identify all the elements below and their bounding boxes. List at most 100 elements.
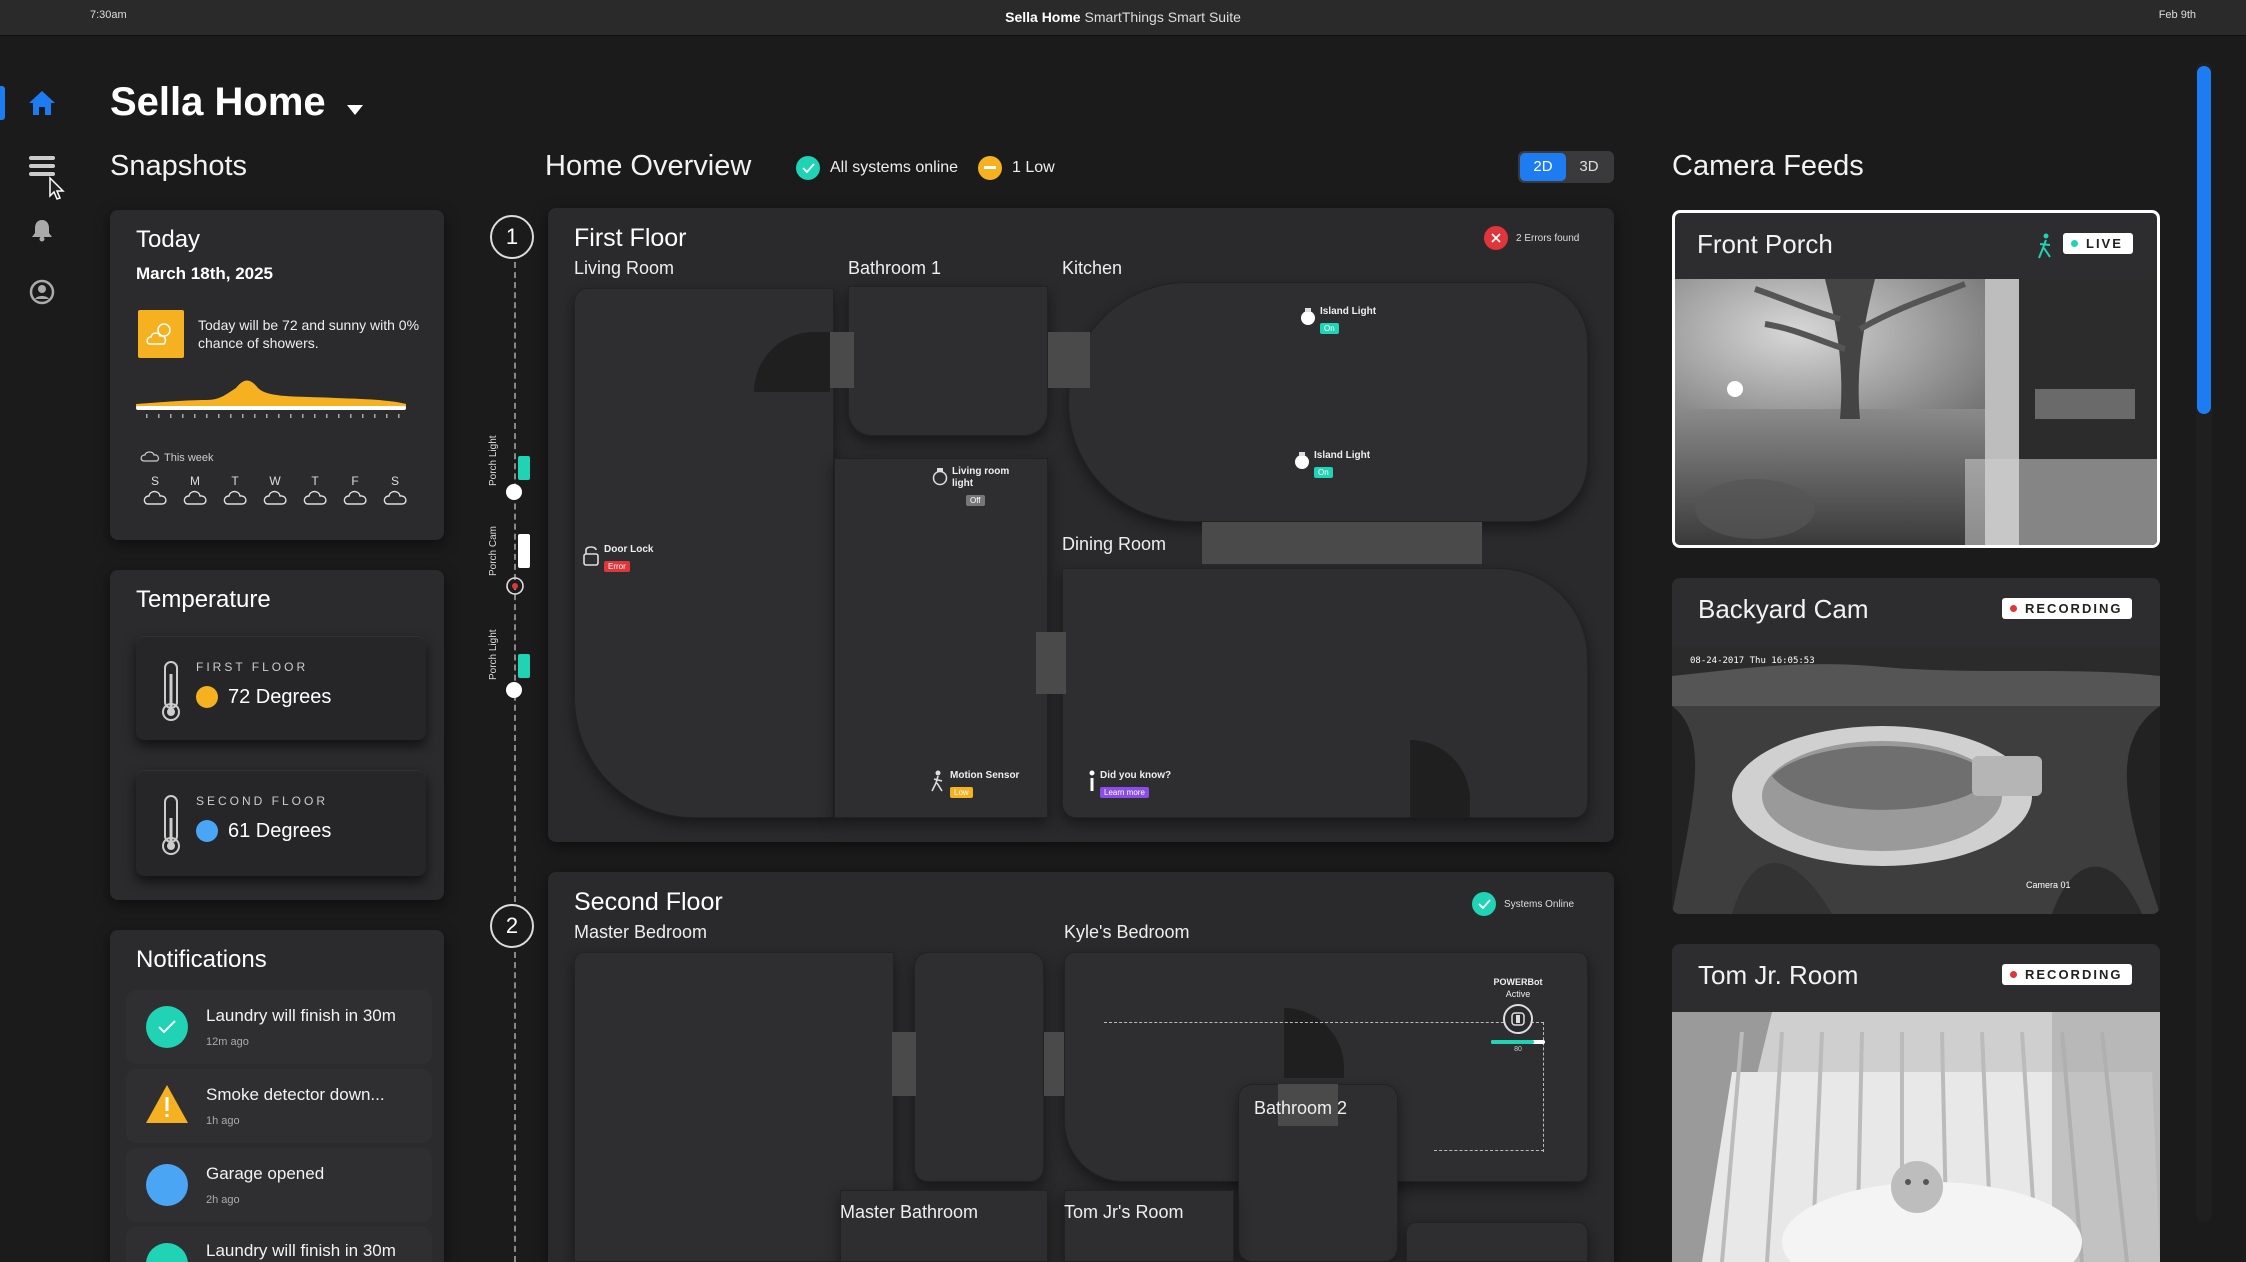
room-bath1[interactable] [848,286,1048,436]
notification-item[interactable]: Garage opened 2h ago [126,1148,432,1222]
camera-feed-image[interactable] [1675,279,2157,545]
systems-online-text: Systems Online [1504,898,1575,910]
porch-cam-label: Porch Cam [488,525,499,576]
app-title-suite: SmartThings Smart Suite [1084,9,1241,25]
today-title: Today [136,226,201,253]
overview-title: Home Overview [545,150,752,182]
camera-timestamp: 08-24-2017 Thu 16:05:53 [1690,656,1815,666]
device-island-light-2[interactable]: Island Light On [1294,450,1370,480]
camera-icon[interactable] [504,576,526,601]
device-label: Living room light [952,466,1010,489]
motion-icon [2037,233,2053,264]
device-label: Motion Sensor [950,770,1020,781]
day-label: F [351,474,359,488]
cloud-icon [383,490,407,505]
scrollbar-thumb[interactable] [2197,66,2211,414]
porch-light-status [518,654,530,678]
learn-more-link[interactable]: Learn more [1100,787,1149,798]
bell-icon[interactable] [24,212,60,248]
device-motion-sensor[interactable]: Motion Sensor Low [930,770,1019,800]
errors-status[interactable]: 2 Errors found [1484,226,1579,250]
doorway [830,332,854,388]
room-label-tomjr: Tom Jr's Room [1064,1202,1184,1222]
device-island-light-1[interactable]: Island Light On [1300,306,1376,336]
room-label-dining: Dining Room [1062,534,1167,554]
notification-item[interactable]: Laundry will finish in 30m 12m ago [126,990,432,1064]
doorway [1036,632,1066,694]
day-label: W [269,474,281,488]
home-selector[interactable]: Sella Home [110,80,365,127]
camera-title: Backyard Cam [1698,594,1869,624]
errors-text: 2 Errors found [1516,232,1580,244]
battery-fill [1491,1040,1535,1044]
notification-title: Laundry will finish in 30m [206,1241,396,1260]
room-hall[interactable] [834,458,1048,818]
cursor-icon [48,176,66,205]
app-title: Sella Home SmartThings Smart Suite [0,9,2246,25]
camera-feed-image[interactable] [1672,1012,2160,1262]
cloud-icon [343,490,367,505]
camera-feeds-title: Camera Feeds [1672,150,1864,182]
cloud-icon [140,450,160,465]
floor-title: First Floor [574,224,687,252]
toggle-knob[interactable] [506,484,522,500]
day-forecast: F [338,474,372,509]
status-dot [2010,971,2017,978]
status-dot [2010,605,2017,612]
light-bulb-icon [1300,306,1316,336]
room-master-bath[interactable] [840,1190,1048,1262]
live-badge: LIVE [2063,233,2133,254]
device-state: Error [604,561,630,572]
device-tip[interactable]: Did you know? Learn more [1088,770,1171,800]
room-tomjr[interactable] [1064,1190,1234,1262]
day-forecast: W [258,474,292,509]
floor-number-2[interactable]: 2 [490,904,534,948]
doorway [1044,1032,1064,1096]
this-week-text: This week [164,451,214,464]
day-label: T [231,474,239,488]
camera-card-front-porch[interactable]: Front Porch LIVE [1672,210,2160,548]
camera-feed-image[interactable]: 08-24-2017 Thu 16:05:53 Camera 01 [1672,646,2160,914]
device-state: Active [1505,989,1531,999]
device-state: On [1320,323,1339,334]
device-powerbot[interactable]: POWERBot Active 80 [1488,976,1548,1053]
floor-temp-first[interactable]: FIRST FLOOR 72 Degrees [136,636,426,740]
robot-vacuum-icon [1503,1004,1533,1034]
check-icon [1472,892,1496,916]
day-forecast: S [138,474,172,509]
camera-card-backyard[interactable]: Backyard Cam RECORDING 08-24-2017 Thu 16… [1672,578,2160,914]
floor-temp-second[interactable]: SECOND FLOOR 61 Degrees [136,770,426,876]
camera-card-tomjr[interactable]: Tom Jr. Room RECORDING [1672,944,2160,1262]
temperature-curve [136,366,406,427]
today-card: Today March 18th, 2025 Today will be 72 … [110,210,444,540]
home-icon[interactable] [24,85,60,121]
room-extra[interactable] [1406,1222,1588,1262]
notification-item[interactable]: Smoke detector down... 1h ago [126,1069,432,1143]
notification-title: Laundry will finish in 30m [206,1006,396,1025]
day-forecast: T [298,474,332,509]
porch-light-label: Porch Light [488,629,499,680]
week-forecast: S M T W T F S [138,474,412,509]
check-icon [146,1243,188,1262]
battery-level: 80 [1514,1046,1522,1053]
device-door-lock[interactable]: Door Lock Error [582,544,653,574]
cloud-icon [223,490,247,505]
temp-value: 72 Degrees [228,686,332,708]
scrollbar-track[interactable] [2196,62,2212,1222]
notification-item[interactable]: Laundry will finish in 30m [126,1227,432,1262]
notification-title: Smoke detector down... [206,1085,385,1104]
day-forecast: M [178,474,212,509]
floor-number-1[interactable]: 1 [490,215,534,259]
check-icon [796,156,820,180]
view-3d-button[interactable]: 3D [1566,153,1612,181]
room-closet[interactable] [914,952,1044,1182]
view-2d-button[interactable]: 2D [1520,153,1566,181]
light-bulb-icon [1294,450,1310,480]
profile-icon[interactable] [24,274,60,310]
device-state: On [1314,467,1333,478]
view-toggle: 2D 3D [1518,151,1614,183]
toggle-knob[interactable] [506,682,522,698]
temperature-card: Temperature FIRST FLOOR 72 Degrees SECON… [110,570,444,900]
date: Feb 9th [2158,9,2196,21]
device-living-room-light[interactable]: Living room light Off [932,466,1012,508]
